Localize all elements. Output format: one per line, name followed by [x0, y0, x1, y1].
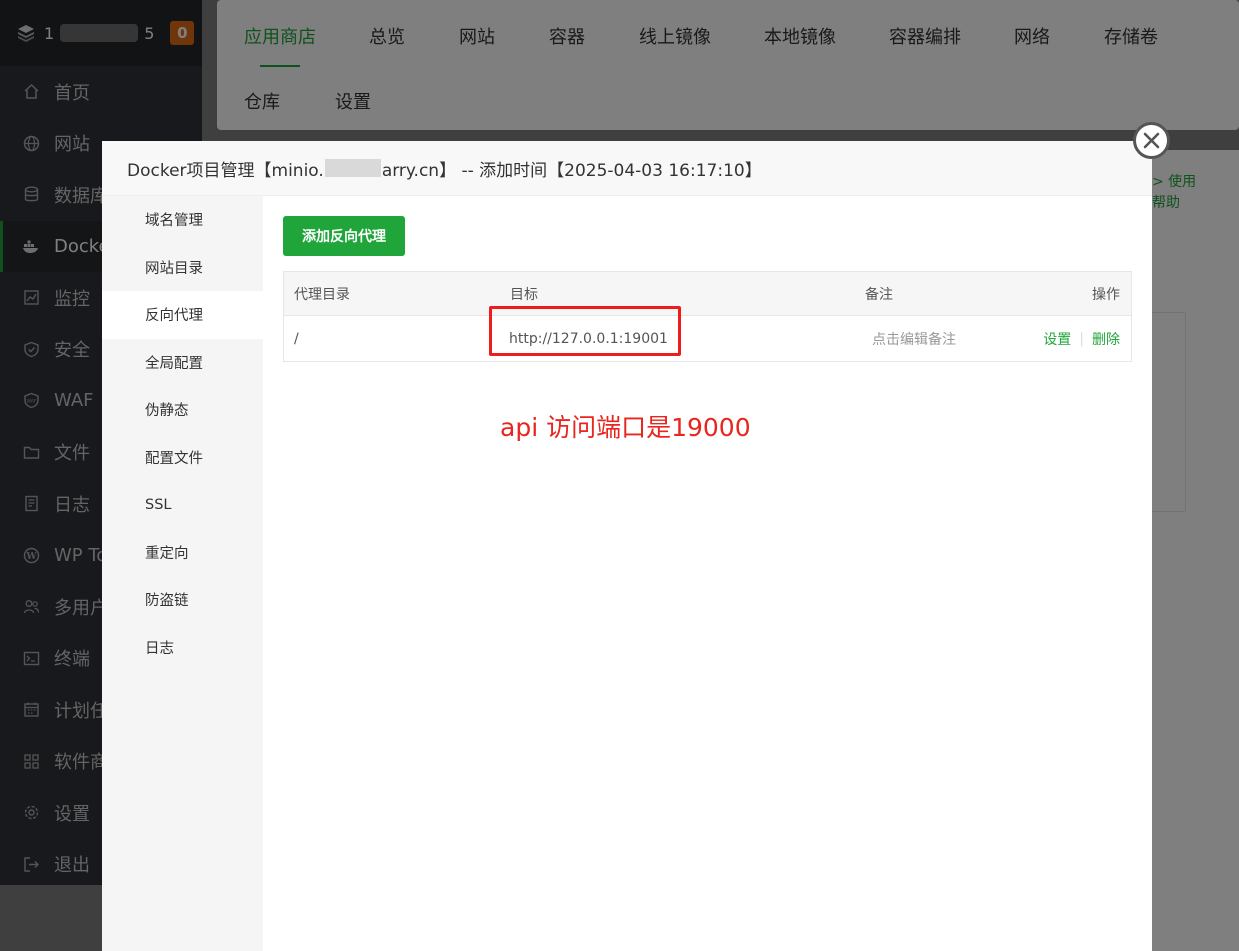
- row-path: /: [294, 330, 299, 347]
- modal-title: Docker项目管理【minio. arry.cn】 -- 添加时间【2025-…: [102, 141, 1152, 196]
- modal-menu-item-7[interactable]: 重定向: [102, 529, 263, 577]
- modal-menu-item-5[interactable]: 配置文件: [102, 434, 263, 482]
- proxy-delete-link[interactable]: 删除: [1092, 329, 1120, 349]
- modal-menu-item-6[interactable]: SSL: [102, 481, 263, 529]
- header-note: 备注: [865, 286, 893, 303]
- modal-side-menu: 域名管理 网站目录 反向代理 全局配置 伪静态 配置文件 SSL 重定向 防盗链 日志: [102, 196, 263, 951]
- annotation-text: api 访问端口是19000: [500, 413, 751, 442]
- close-icon: [1143, 132, 1160, 149]
- docker-project-modal: Docker项目管理【minio. arry.cn】 -- 添加时间【2025-…: [102, 141, 1152, 951]
- annotation-highlight-box: [489, 306, 681, 356]
- modal-title-prefix: Docker项目管理【minio.: [127, 160, 324, 181]
- modal-menu-item-2[interactable]: 反向代理: [102, 291, 263, 339]
- modal-menu-item-8[interactable]: 防盗链: [102, 576, 263, 624]
- reverse-proxy-panel: 添加反向代理 代理目录 目标 备注 操作 / http://127.0.0.1:…: [263, 196, 1152, 951]
- modal-menu-item-0[interactable]: 域名管理: [102, 196, 263, 244]
- modal-menu-item-4[interactable]: 伪静态: [102, 386, 263, 434]
- edit-note-link[interactable]: 点击编辑备注: [872, 329, 956, 349]
- table-header: 代理目录 目标 备注 操作: [284, 272, 1131, 316]
- modal-menu-item-1[interactable]: 网站目录: [102, 244, 263, 292]
- modal-close-button[interactable]: [1133, 122, 1170, 159]
- modal-menu-item-3[interactable]: 全局配置: [102, 339, 263, 387]
- action-separator: |: [1079, 330, 1084, 347]
- redacted-domain: [324, 159, 381, 177]
- modal-menu-item-9[interactable]: 日志: [102, 624, 263, 672]
- add-reverse-proxy-button[interactable]: 添加反向代理: [283, 216, 405, 256]
- proxy-table: 代理目录 目标 备注 操作 / http://127.0.0.1:19001 点…: [283, 271, 1132, 362]
- modal-title-suffix: arry.cn】 -- 添加时间【2025-04-03 16:17:10】: [381, 160, 762, 181]
- header-proxy-dir: 代理目录: [294, 286, 350, 303]
- proxy-settings-link[interactable]: 设置: [1043, 329, 1071, 349]
- header-actions: 操作: [1092, 286, 1120, 303]
- table-row: / http://127.0.0.1:19001 点击编辑备注 设置 | 删除: [284, 316, 1131, 361]
